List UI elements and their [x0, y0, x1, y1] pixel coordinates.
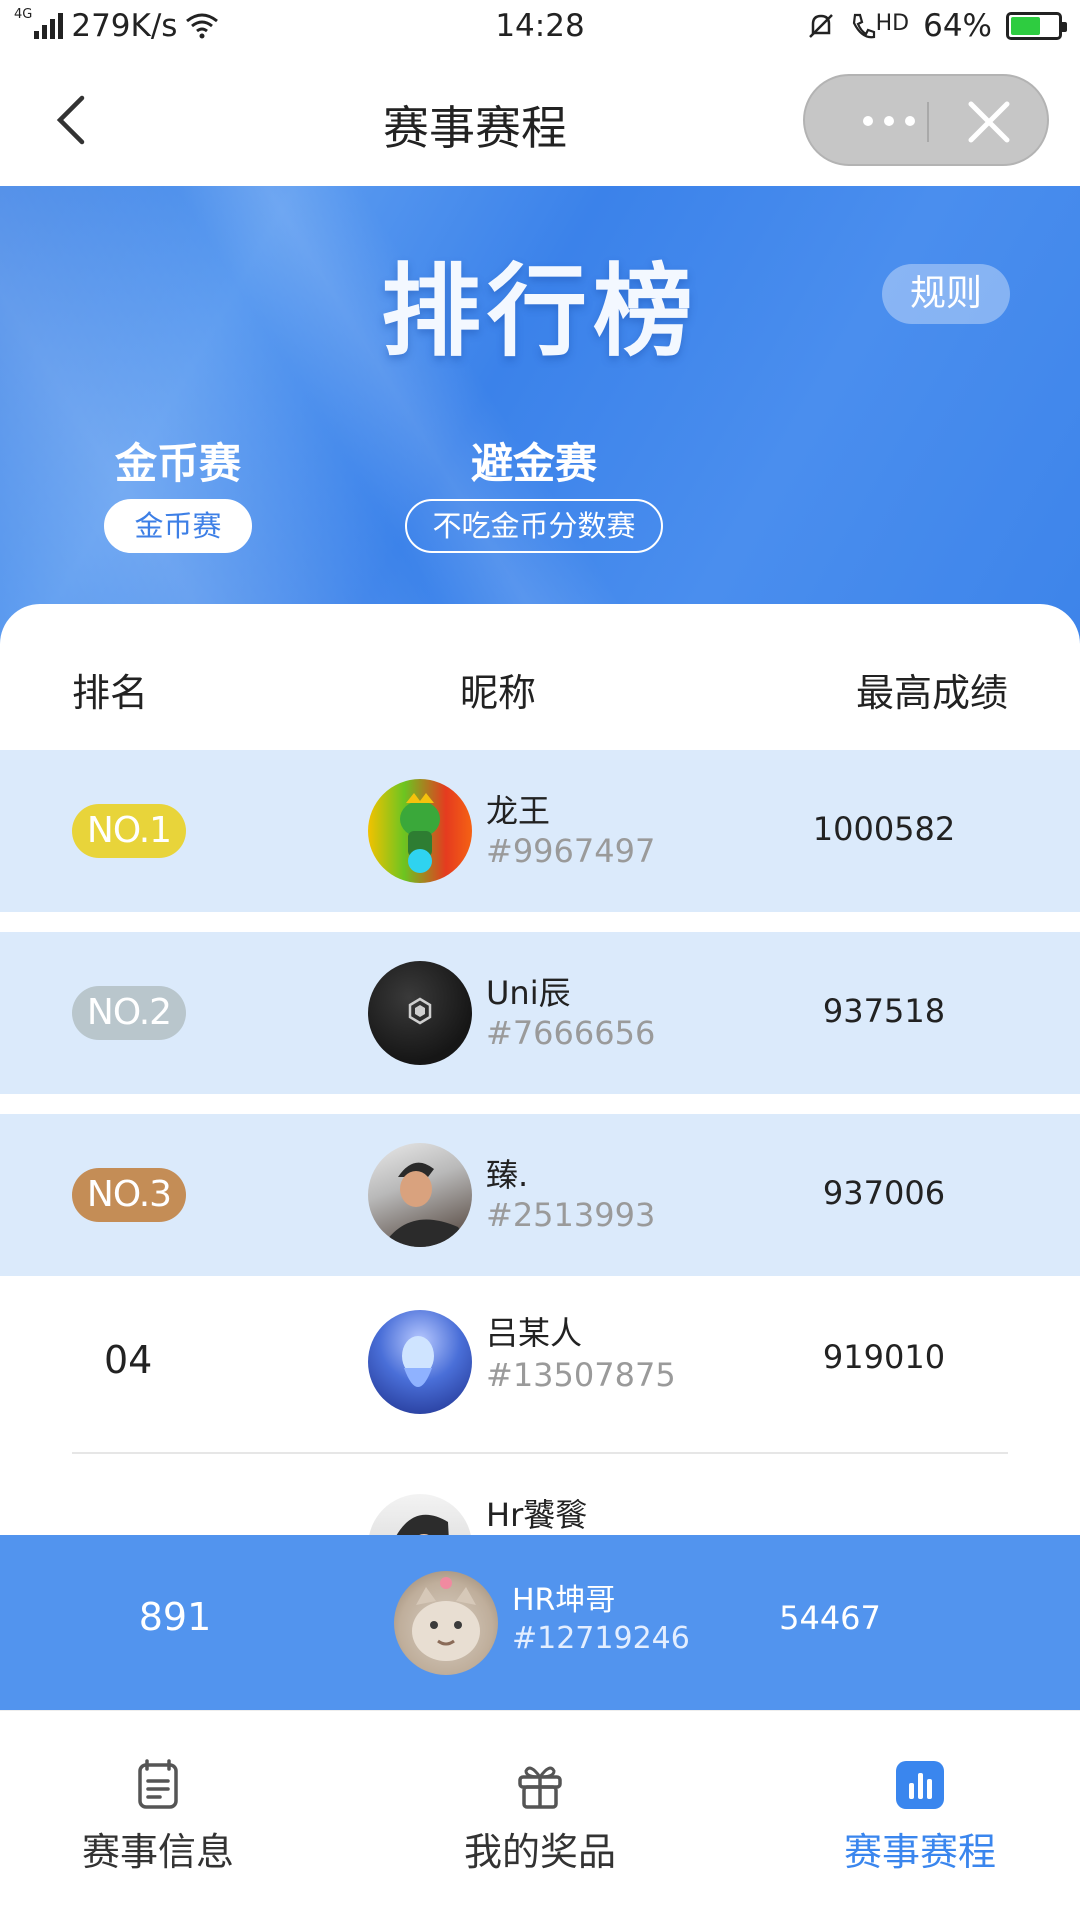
- row-divider: [72, 1452, 1008, 1454]
- hd-label: HD: [875, 11, 910, 36]
- score: 937006: [822, 1174, 946, 1212]
- my-score: 54467: [779, 1599, 881, 1637]
- user-id: #2513993: [486, 1196, 656, 1234]
- tab-schedule[interactable]: 赛事赛程: [780, 1759, 1060, 1876]
- score: 937518: [822, 992, 946, 1030]
- bell-muted-icon: [808, 14, 833, 38]
- list-header: 排名 昵称 最高成绩: [0, 662, 1080, 722]
- nickname: 臻.: [486, 1156, 529, 1194]
- my-user-id: #12719246: [512, 1621, 690, 1656]
- mode-coin-race[interactable]: 金币赛 金币赛: [104, 430, 252, 553]
- bottom-tab-bar: 赛事信息 我的奖品 赛事赛程: [0, 1710, 1080, 1920]
- hd-call-indicator: HD: [850, 11, 909, 41]
- tab-label: 赛事赛程: [843, 1830, 996, 1874]
- ranking-row[interactable]: NO.1 龙王 #9967497 1000582: [0, 750, 1080, 912]
- ranking-row[interactable]: NO.3 臻. #2513993 937006: [0, 1114, 1080, 1276]
- mode-avoid-coin-race[interactable]: 避金赛 不吃金币分数赛: [405, 430, 663, 553]
- anime-avatar-icon: [402, 1336, 434, 1387]
- tab-my-prizes[interactable]: 我的奖品: [400, 1759, 680, 1876]
- user-id: #9967497: [486, 832, 656, 870]
- mode-name: 金币赛: [114, 439, 241, 488]
- tab-label: 我的奖品: [463, 1830, 616, 1874]
- user-id: #7666656: [486, 1014, 656, 1052]
- mode-tag[interactable]: 不吃金币分数赛: [405, 499, 663, 553]
- navigation-bar: 赛事赛程: [0, 56, 1080, 186]
- chart-icon: [896, 1761, 944, 1809]
- status-right: HD 64%: [806, 8, 1067, 44]
- rank-number: 04: [104, 1338, 153, 1382]
- ranking-row[interactable]: NO.2 Uni辰 #7666656 937518: [0, 932, 1080, 1094]
- score: 1000582: [812, 810, 956, 848]
- document-icon: [138, 1759, 178, 1809]
- gift-icon: [518, 1766, 562, 1809]
- my-rank-number: 891: [138, 1595, 212, 1639]
- nickname: 龙王: [486, 792, 551, 830]
- score: 919010: [822, 1338, 946, 1376]
- mode-tag-selected[interactable]: 金币赛: [104, 499, 252, 553]
- rank-badge-bronze: NO.3: [72, 1168, 186, 1222]
- mode-name: 避金赛: [470, 439, 597, 488]
- cat-avatar-icon: [412, 1577, 480, 1661]
- person-avatar-icon: [382, 1162, 472, 1247]
- my-rank-bar: 891 HR坤哥 #12719246 54467: [0, 1535, 1080, 1710]
- mini-program-capsule: [803, 74, 1049, 166]
- leaderboard-banner: 排行榜 规则 金币赛 金币赛 避金赛 不吃金币分数赛: [0, 186, 1080, 646]
- phone-icon: [852, 13, 875, 39]
- header-nickname: 昵称: [460, 671, 537, 715]
- rank-badge-gold: NO.1: [72, 804, 186, 858]
- nickname: Uni辰: [486, 974, 571, 1012]
- rank-badge-silver: NO.2: [72, 986, 186, 1040]
- ranking-row[interactable]: 04 吕某人 #13507875 919010: [0, 1282, 1080, 1444]
- tab-event-info[interactable]: 赛事信息: [18, 1759, 298, 1876]
- my-nickname: HR坤哥: [512, 1583, 616, 1618]
- rules-button[interactable]: 规则: [882, 264, 1010, 324]
- header-score: 最高成绩: [855, 671, 1008, 715]
- nickname: Hr饕餮: [486, 1496, 588, 1534]
- close-icon[interactable]: [965, 98, 1013, 146]
- status-bar: 4G 279K/s 14:28 HD 64%: [0, 0, 1080, 56]
- avatar: [368, 779, 472, 883]
- battery-percent: 64%: [923, 8, 992, 44]
- capsule-divider: [927, 102, 929, 142]
- more-icon[interactable]: [841, 98, 937, 144]
- user-id: #13507875: [486, 1356, 676, 1394]
- nickname: 吕某人: [486, 1314, 583, 1352]
- avatar: [368, 961, 472, 1065]
- dragon-avatar-icon: [400, 793, 440, 873]
- my-avatar: [394, 1571, 498, 1675]
- uni-logo-icon: [408, 997, 432, 1025]
- header-rank: 排名: [72, 671, 149, 715]
- avatar: [368, 1143, 472, 1247]
- avatar: [368, 1310, 472, 1414]
- tab-label: 赛事信息: [81, 1830, 234, 1874]
- battery-icon: [1006, 12, 1067, 40]
